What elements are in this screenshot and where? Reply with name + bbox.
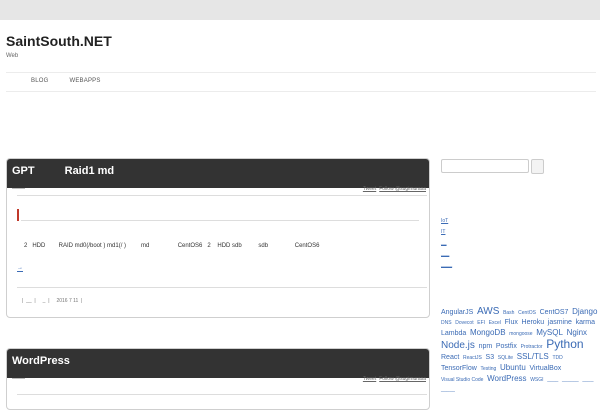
tag-cloud: AngularJS AWS Bash CentOS CentOS7 Django… [441, 307, 600, 395]
tweet-link[interactable]: Tweet [363, 186, 376, 192]
tag-link[interactable]: ____ [582, 377, 593, 383]
tag-link[interactable]: _____ [441, 387, 455, 393]
tag-link[interactable]: Flux [505, 319, 518, 326]
post-excerpt: 2 HDD RAID md0(/boot ) md1(/ ) md CentOS… [24, 243, 320, 249]
tag-link[interactable]: WordPress [487, 374, 526, 383]
tag-link[interactable]: Ubuntu [500, 363, 526, 372]
tag-link[interactable]: S3 [486, 354, 495, 361]
post-title-part[interactable]: GPT [12, 165, 35, 177]
post-title-part[interactable]: Raid1 md [65, 165, 115, 177]
tag-link[interactable]: Excel [489, 320, 501, 326]
follow-link[interactable]: Follow @sugimurasa [379, 376, 426, 382]
tag-link[interactable]: Visual Studio Code [441, 377, 483, 383]
tag-link[interactable]: npm [479, 343, 493, 350]
tag-link[interactable]: AngularJS [441, 309, 473, 316]
follow-link[interactable]: Follow @sugimurasa [379, 186, 426, 192]
category-link[interactable]: ___ [441, 249, 452, 260]
tag-link[interactable]: Nginx [567, 328, 587, 337]
post-header: WordPress [7, 349, 429, 378]
nav-item-webapps[interactable]: WEBAPPS [69, 78, 100, 84]
tag-link[interactable]: CentOS7 [540, 309, 569, 316]
post-card: WordPress Tweet Follow @sugimurasa [6, 348, 430, 410]
tag-link[interactable]: MongoDB [470, 328, 506, 337]
tag-link[interactable]: karma [576, 319, 595, 326]
category-link[interactable]: ____ [441, 260, 452, 271]
tag-link[interactable]: Bash [503, 310, 514, 316]
nav-divider [6, 91, 596, 92]
category-link[interactable]: IoT [441, 216, 452, 227]
tag-link[interactable]: TDD [552, 355, 562, 361]
post-title[interactable]: GPT Raid1 md [12, 165, 114, 177]
tag-link[interactable]: AWS [477, 306, 499, 317]
tag-link[interactable]: TensorFlow [441, 365, 477, 372]
category-link[interactable]: __ [441, 238, 452, 249]
tag-link[interactable]: WSGI [530, 377, 543, 383]
tag-link[interactable]: ____ [547, 377, 558, 383]
tag-link[interactable]: CentOS [518, 310, 536, 316]
meta-divider [17, 287, 427, 288]
main-nav: BLOG WEBAPPS [31, 78, 101, 84]
post-title-part[interactable]: WordPress [12, 355, 70, 367]
search-button[interactable] [531, 159, 544, 174]
category-link[interactable]: IT [441, 227, 452, 238]
post-meta: | __ | _ | 2016 7 11 | [22, 298, 83, 304]
tag-link[interactable]: MySQL [536, 328, 563, 337]
tag-link[interactable]: Testing [480, 366, 496, 372]
search-input[interactable] [441, 159, 529, 173]
tag-link[interactable]: SQLite [498, 355, 513, 361]
tag-link[interactable]: Node.js [441, 340, 475, 351]
site-description: Web [6, 53, 19, 59]
post-date [12, 188, 25, 189]
tag-link[interactable]: Python [546, 337, 583, 351]
tag-link[interactable]: Heroku [522, 319, 545, 326]
share-links: Tweet Follow @sugimurasa [363, 376, 426, 382]
post-card: GPT Raid1 md Tweet Follow @sugimurasa 2 … [6, 158, 430, 318]
category-list: IoT IT __ ___ ____ [441, 216, 452, 271]
quote-divider [21, 220, 419, 221]
tag-link[interactable]: ReactJS [463, 355, 482, 361]
tag-link[interactable]: ______ [562, 377, 579, 383]
nav-item-blog[interactable]: BLOG [31, 78, 48, 84]
post-header: GPT Raid1 md [7, 159, 429, 188]
tag-link[interactable]: Postfix [496, 343, 517, 350]
share-links: Tweet Follow @sugimurasa [363, 186, 426, 192]
post-title[interactable]: WordPress [12, 355, 70, 367]
tag-link[interactable]: DNS [441, 320, 452, 326]
tag-link[interactable]: Dovecot [455, 320, 473, 326]
tag-link[interactable]: Protractor [521, 344, 543, 350]
post-divider [17, 195, 427, 196]
site-title[interactable]: SaintSouth.NET [6, 33, 112, 49]
tag-link[interactable]: Lambda [441, 330, 466, 337]
tag-link[interactable]: jasmine [548, 319, 572, 326]
post-divider [17, 394, 427, 395]
tag-link[interactable]: EFI [477, 320, 485, 326]
tag-link[interactable]: React [441, 354, 459, 361]
tag-link[interactable]: VirtualBox [529, 365, 561, 372]
quote-marker [17, 209, 19, 221]
read-more-link[interactable]: → [17, 265, 23, 272]
post-date [12, 378, 25, 379]
tweet-link[interactable]: Tweet [363, 376, 376, 382]
top-bar [0, 0, 600, 20]
tag-link[interactable]: mongoose [509, 331, 532, 337]
tag-link[interactable]: Django [572, 307, 597, 316]
tag-link[interactable]: SSL/TLS [517, 352, 549, 361]
header-divider [6, 72, 596, 73]
